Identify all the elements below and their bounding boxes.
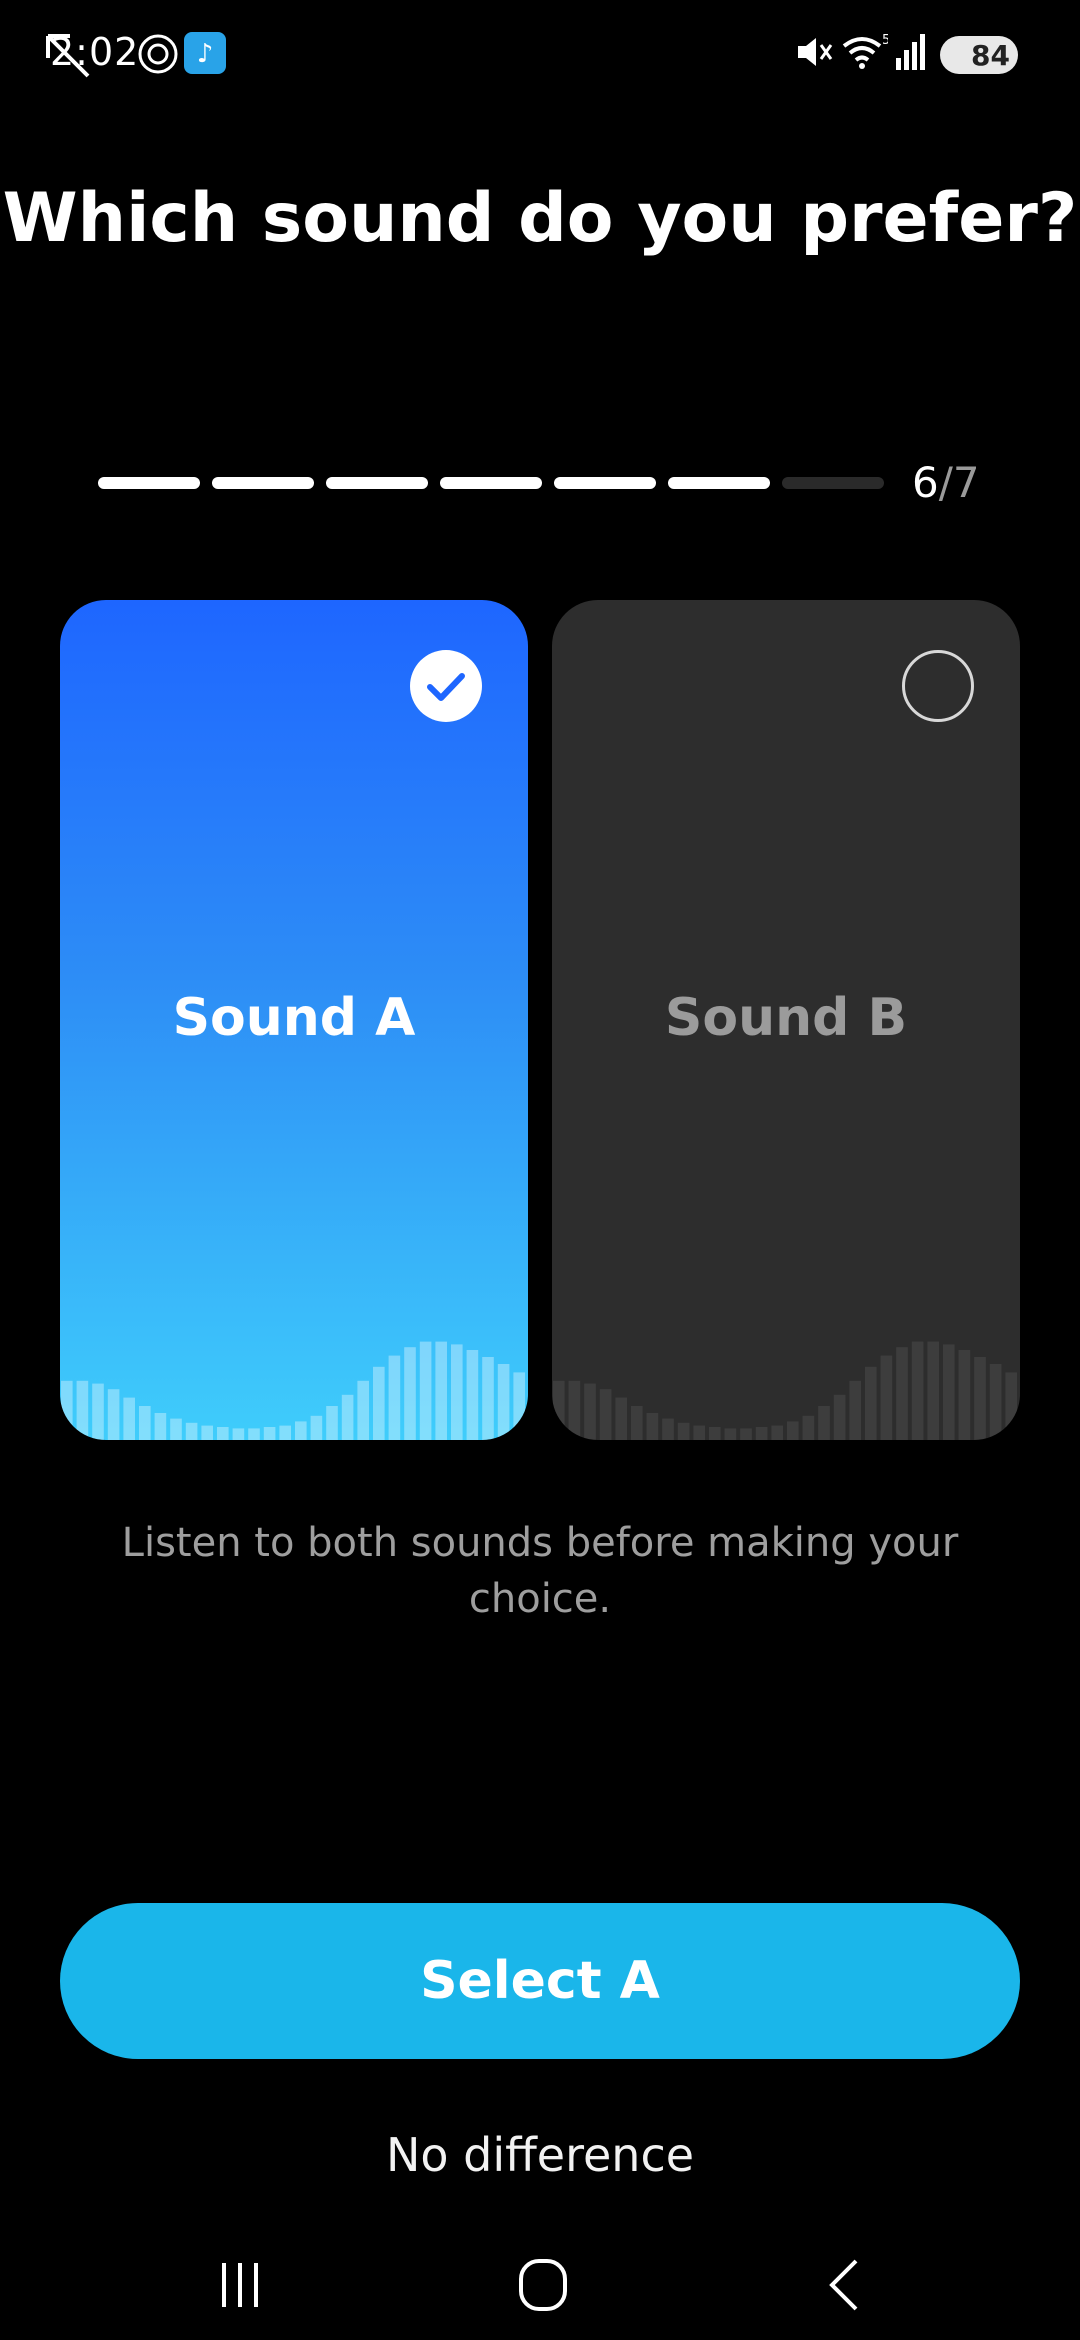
svg-text:5: 5 (882, 33, 888, 48)
sound-b-label: Sound B (664, 988, 908, 1048)
progress-segment (212, 477, 314, 489)
battery-level: 84 (971, 38, 1010, 72)
waveform-icon (61, 1341, 525, 1440)
wifi-icon: 5 (842, 33, 888, 69)
at-sign-icon (138, 34, 178, 74)
waveform-icon (553, 1341, 1017, 1440)
back-arrow-icon[interactable] (40, 28, 100, 88)
sound-b-card[interactable]: Sound B (552, 600, 1020, 1440)
progress-segment (326, 477, 428, 489)
status-bar: 2:02 ♪ 5 84 (0, 0, 1080, 110)
sound-a-card[interactable]: Sound A (60, 600, 528, 1440)
progress-segment (98, 477, 200, 489)
progress-segment (440, 477, 542, 489)
signal-icon (896, 34, 925, 70)
home-icon[interactable] (483, 2230, 603, 2340)
sound-a-label: Sound A (172, 988, 416, 1048)
recents-icon[interactable] (180, 2230, 300, 2340)
svg-text:♪: ♪ (197, 39, 214, 69)
step-separator: / (938, 458, 953, 507)
app-notification-icon: ♪ (184, 32, 226, 74)
select-button[interactable]: Select A (60, 1903, 1020, 2059)
battery-icon: 84 (940, 36, 1018, 74)
mute-icon (798, 38, 833, 66)
no-difference-link[interactable]: No difference (0, 2128, 1080, 2182)
step-current: 6 (912, 458, 939, 507)
progress-segment (782, 477, 884, 489)
checkmark-icon (410, 650, 482, 722)
back-icon[interactable] (786, 2230, 906, 2340)
step-total: 7 (952, 458, 980, 507)
step-counter: 6/7 (912, 458, 980, 507)
progress-segment (668, 477, 770, 489)
step-progress-bar (98, 477, 884, 489)
radio-circle-icon (902, 650, 974, 722)
system-nav-bar (0, 2230, 1080, 2340)
page-title: Which sound do you prefer? (2, 179, 1078, 258)
instruction-text: Listen to both sounds before making your… (121, 1520, 959, 1622)
progress-segment (554, 477, 656, 489)
